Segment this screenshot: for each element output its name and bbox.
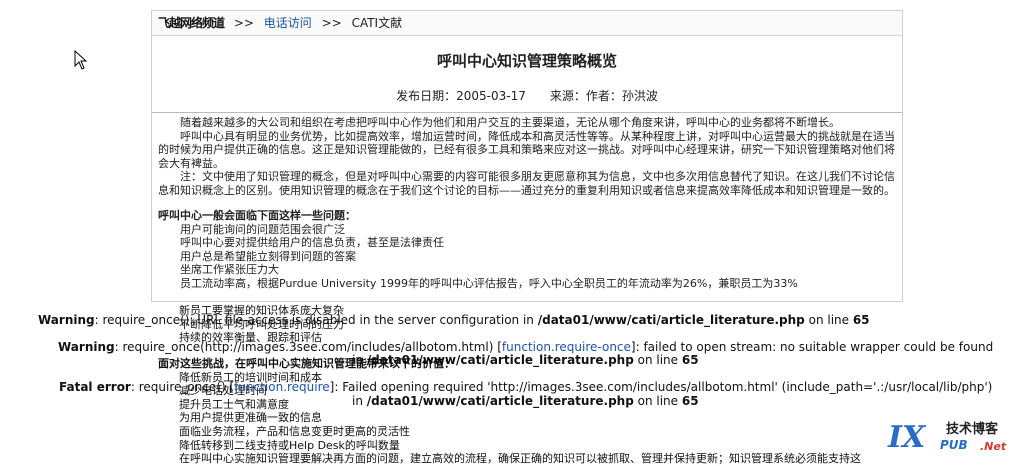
php-fatal-error: Fatal error: require_once() [function.re… [59, 380, 993, 394]
php-warning: Warning: require_once(): URL file-access… [38, 313, 870, 327]
watermark-net: .Net [980, 440, 1007, 453]
php-fatal-error-continued: in /data01/www/cati/article_literature.p… [352, 394, 699, 408]
function-require-once-link[interactable]: function.require-once [502, 340, 631, 354]
php-warning-continued: in /data01/www/cati/article_literature.p… [352, 353, 699, 367]
php-warning: Warning: require_once(http://images.3see… [58, 340, 994, 354]
watermark-logo: IX [888, 420, 926, 455]
fatal-error-label: Fatal error [59, 380, 131, 394]
watermark-pub: PUB [940, 438, 968, 452]
warning-label: Warning [58, 340, 115, 354]
list-item: 在呼叫中心实施知识管理要解决再方面的问题，建立高效的流程，确保正确的知识可以被抓… [179, 452, 861, 465]
site-watermark: IX 技术博客 PUB .Net [888, 416, 1024, 459]
watermark-title: 技术博客 [946, 422, 999, 437]
warning-label: Warning [38, 313, 95, 327]
function-require-link[interactable]: function.require [234, 380, 330, 394]
